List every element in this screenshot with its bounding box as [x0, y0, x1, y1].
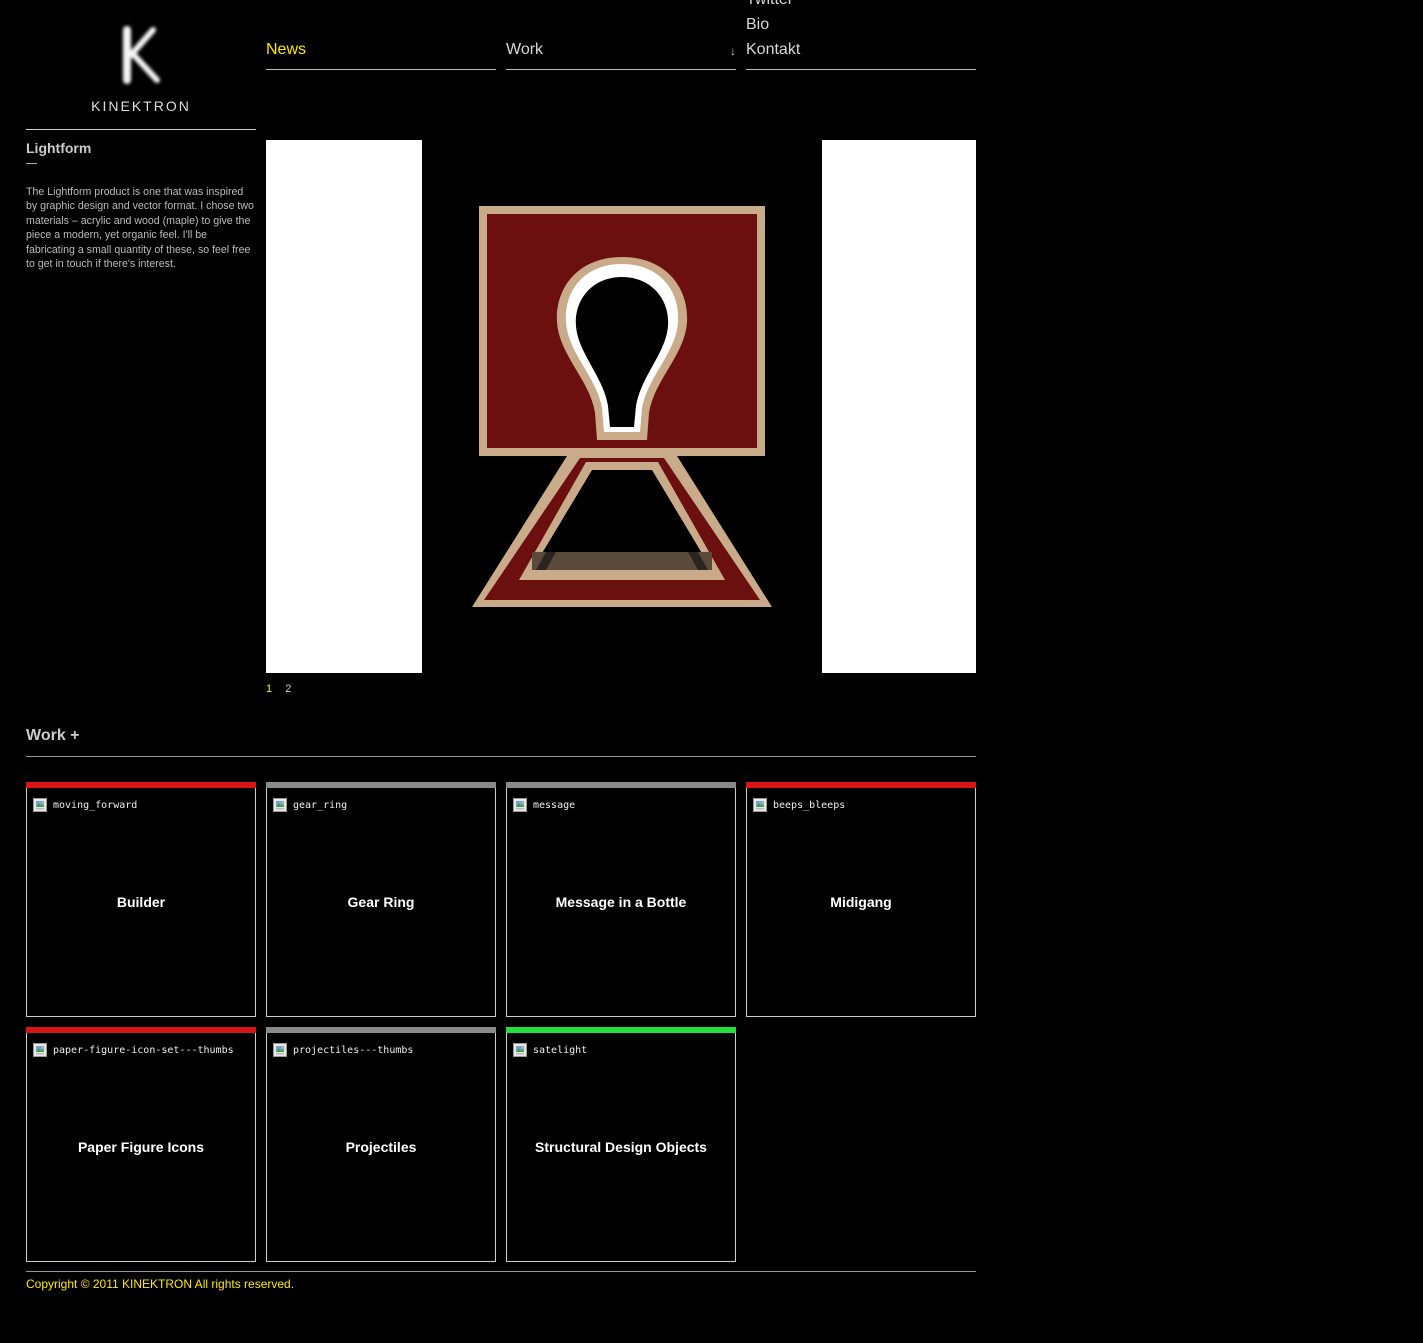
- slideshow-pager: 1 2: [266, 683, 301, 695]
- logo-k-mark: [123, 26, 160, 84]
- thumbnail-alt-text: moving_forward: [53, 799, 138, 811]
- tile-category-bar: [506, 1027, 736, 1033]
- tile-category-bar: [266, 1027, 496, 1033]
- tile-title[interactable]: Paper Figure Icons: [27, 1139, 255, 1155]
- work-tile[interactable]: projectiles---thumbs Projectiles: [266, 1027, 496, 1262]
- title-divider: [26, 163, 37, 164]
- thumbnail-alt-text: projectiles---thumbs: [293, 1044, 414, 1056]
- thumbnail-alt-text: message: [533, 799, 576, 811]
- footer-divider: [26, 1271, 976, 1272]
- tile-title[interactable]: Builder: [27, 894, 255, 910]
- tile-thumbnail[interactable]: satelight: [513, 1041, 587, 1059]
- tile-thumbnail[interactable]: beeps_bleeps: [753, 796, 845, 814]
- broken-image-icon: [33, 798, 47, 812]
- work-tile[interactable]: message Message in a Bottle: [506, 782, 736, 1017]
- tile-title[interactable]: Midigang: [747, 894, 975, 910]
- project-description: The Lightform product is one that was in…: [26, 186, 254, 271]
- nav-link-bio[interactable]: Bio: [746, 15, 769, 35]
- tile-category-bar: [506, 782, 736, 788]
- tile-category-bar: [746, 782, 976, 788]
- work-tile[interactable]: beeps_bleeps Midigang: [746, 782, 976, 1017]
- tile-category-bar: [266, 782, 496, 788]
- logo-wordmark: KINEKTRON: [91, 98, 191, 114]
- nav-link-twitter[interactable]: Twitter: [746, 0, 793, 10]
- tile-thumbnail[interactable]: gear_ring: [273, 796, 347, 814]
- work-tile[interactable]: gear_ring Gear Ring: [266, 782, 496, 1017]
- tile-category-bar: [26, 1027, 256, 1033]
- thumbnail-alt-text: gear_ring: [293, 799, 348, 811]
- broken-image-icon: [273, 798, 287, 812]
- site-logo[interactable]: KINEKTRON: [26, 16, 256, 130]
- work-tile[interactable]: satelight Structural Design Objects: [506, 1027, 736, 1262]
- project-title: Lightform: [26, 140, 92, 156]
- lightform-product-image: [422, 140, 822, 673]
- nav-news-column: News: [266, 0, 496, 70]
- nav-more-column: Twitter Bio Kontakt: [746, 0, 976, 70]
- broken-image-icon: [753, 798, 767, 812]
- tile-thumbnail[interactable]: paper-figure-icon-set---thumbs: [33, 1041, 234, 1059]
- tile-title[interactable]: Gear Ring: [267, 894, 495, 910]
- lightform-illustration: [472, 206, 772, 607]
- page-link-1[interactable]: 1: [266, 683, 272, 695]
- thumbnail-alt-text: satelight: [533, 1044, 588, 1056]
- tile-title[interactable]: Structural Design Objects: [507, 1139, 735, 1155]
- broken-image-icon: [273, 1043, 287, 1057]
- thumbnail-alt-text: paper-figure-icon-set---thumbs: [53, 1044, 234, 1056]
- nav-link-news[interactable]: News: [266, 40, 306, 60]
- nav-work-column: Work ↓: [506, 0, 736, 70]
- tile-thumbnail[interactable]: moving_forward: [33, 796, 137, 814]
- work-section-heading[interactable]: Work +: [26, 727, 80, 745]
- tile-thumbnail[interactable]: message: [513, 796, 575, 814]
- work-tile[interactable]: paper-figure-icon-set---thumbs Paper Figu…: [26, 1027, 256, 1262]
- tile-title[interactable]: Message in a Bottle: [507, 894, 735, 910]
- broken-image-icon: [513, 798, 527, 812]
- broken-image-icon: [33, 1043, 47, 1057]
- broken-image-icon: [513, 1043, 527, 1057]
- arrow-down-icon[interactable]: ↓: [730, 44, 736, 58]
- nav-link-kontakt[interactable]: Kontakt: [746, 40, 800, 60]
- tile-thumbnail[interactable]: projectiles---thumbs: [273, 1041, 413, 1059]
- work-tile[interactable]: moving_forward Builder: [26, 782, 256, 1017]
- nav-link-work[interactable]: Work: [506, 40, 543, 60]
- footer-copyright: Copyright © 2011 KINEKTRON All rights re…: [26, 1277, 295, 1291]
- project-slideshow[interactable]: [266, 140, 976, 673]
- tile-category-bar: [26, 782, 256, 788]
- tile-title[interactable]: Projectiles: [267, 1139, 495, 1155]
- page-link-2[interactable]: 2: [285, 683, 291, 695]
- thumbnail-alt-text: beeps_bleeps: [773, 799, 846, 811]
- section-divider: [26, 756, 976, 757]
